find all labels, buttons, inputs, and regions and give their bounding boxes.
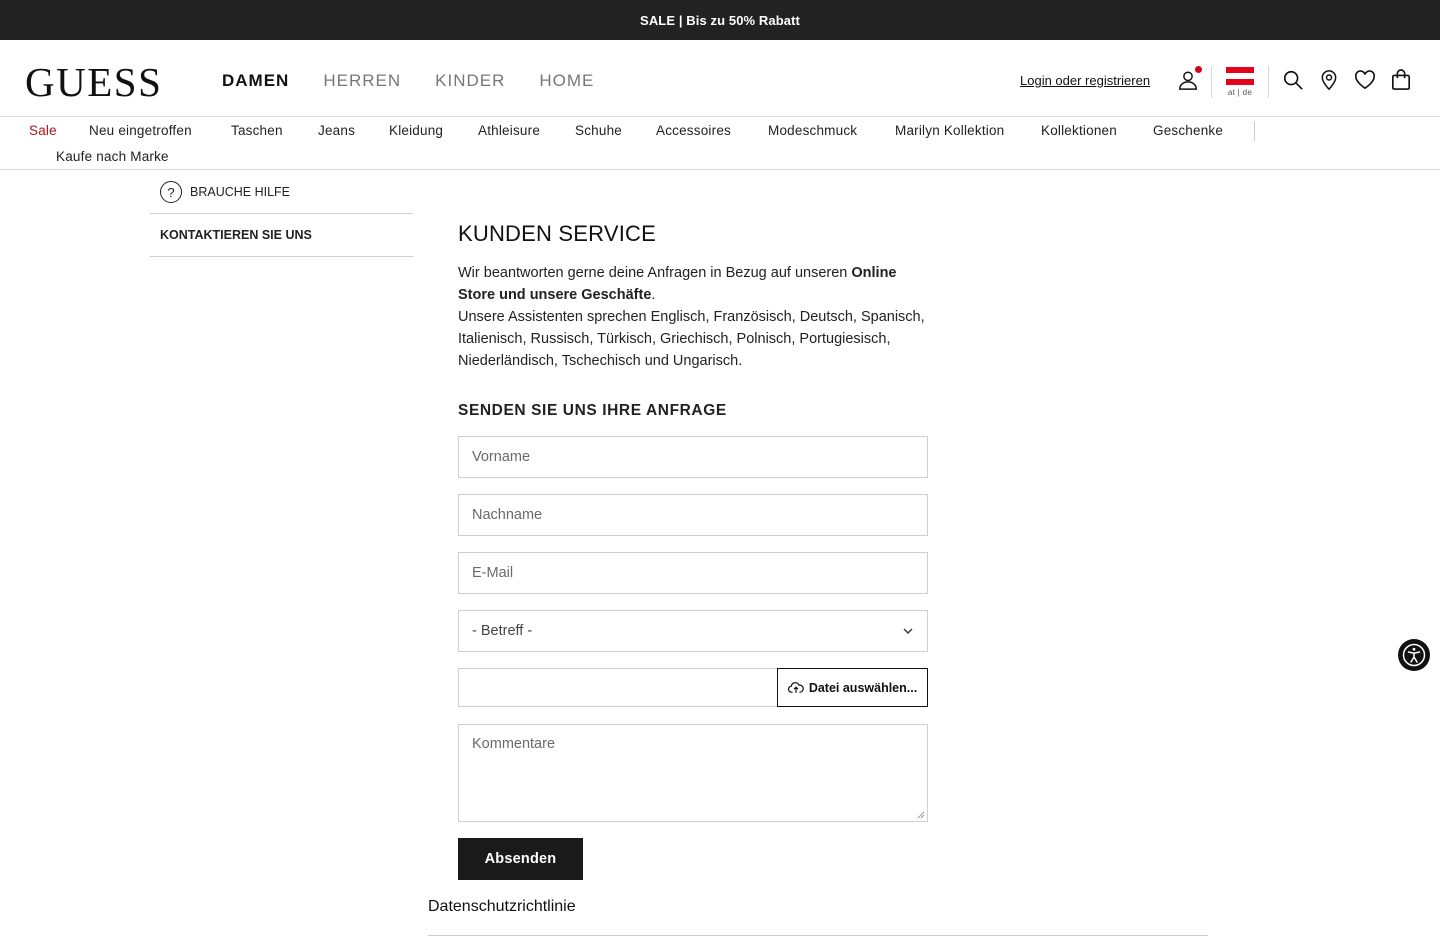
- page-title: KUNDEN SERVICE: [458, 221, 656, 246]
- gender-tab-kinder[interactable]: KINDER: [435, 71, 505, 91]
- first-name-placeholder: Vorname: [472, 449, 531, 465]
- category-kleidung[interactable]: Kleidung: [389, 123, 443, 138]
- intro-part2: .: [651, 287, 656, 303]
- category-athleisure[interactable]: Athleisure: [478, 123, 540, 138]
- sidebar-item-kontaktieren[interactable]: KONTAKTIEREN SIE UNS: [150, 214, 413, 257]
- first-name-field[interactable]: Vorname: [458, 436, 928, 478]
- contact-main: KUNDEN SERVICE Wir beantworten gerne dei…: [458, 220, 928, 880]
- form-title: SENDEN SIE UNS IHRE ANFRAGE: [458, 402, 727, 419]
- login-register-link[interactable]: Login oder registrieren: [1020, 73, 1150, 88]
- comments-placeholder: Kommentare: [472, 736, 556, 752]
- store-locator-button[interactable]: [1317, 68, 1341, 92]
- accessibility-button[interactable]: [1398, 639, 1430, 671]
- category-nav: Sale Neu eingetroffen Taschen Jeans Klei…: [0, 117, 1440, 170]
- privacy-policy-accordion[interactable]: Datenschutzrichtlinie: [428, 898, 1208, 936]
- cart-button[interactable]: [1389, 68, 1413, 92]
- intro-languages: Unsere Assistenten sprechen Englisch, Fr…: [458, 309, 925, 369]
- subject-selected-value: - Betreff -: [472, 623, 533, 639]
- category-neu-eingetroffen[interactable]: Neu eingetroffen: [89, 123, 192, 138]
- cloud-upload-icon: [787, 682, 804, 693]
- email-field[interactable]: E-Mail: [458, 552, 928, 594]
- last-name-placeholder: Nachname: [472, 507, 543, 523]
- gender-tab-damen[interactable]: DAMEN: [222, 71, 289, 91]
- user-account-button[interactable]: [1176, 66, 1202, 92]
- privacy-policy-label: Datenschutzrichtlinie: [428, 898, 576, 915]
- shopping-bag-icon: [1392, 69, 1410, 90]
- country-selector[interactable]: at | de: [1226, 67, 1254, 97]
- category-geschenke[interactable]: Geschenke: [1153, 123, 1223, 138]
- location-pin-icon: [1321, 70, 1337, 91]
- comments-textarea[interactable]: Kommentare: [458, 724, 928, 822]
- choose-file-button[interactable]: Datei auswählen...: [777, 668, 928, 707]
- category-marilyn-kollektion[interactable]: Marilyn Kollektion: [895, 123, 1004, 138]
- gender-tab-herren[interactable]: HERREN: [323, 71, 401, 91]
- promo-text[interactable]: SALE | Bis zu 50% Rabatt: [640, 13, 800, 28]
- help-sidebar: ? BRAUCHE HILFE KONTAKTIEREN SIE UNS: [150, 171, 413, 257]
- country-code: at | de: [1227, 88, 1253, 97]
- header-divider: [1268, 66, 1269, 98]
- site-header: GUESS DAMEN HERREN KINDER HOME Login ode…: [0, 40, 1440, 117]
- heart-icon: [1354, 70, 1376, 90]
- chevron-down-icon: [903, 628, 913, 634]
- category-kaufe-nach-marke[interactable]: Kaufe nach Marke: [56, 149, 169, 164]
- category-accessoires[interactable]: Accessoires: [656, 123, 731, 138]
- subject-select[interactable]: - Betreff -: [458, 610, 928, 652]
- question-circle-icon: ?: [160, 181, 182, 203]
- header-divider: [1211, 66, 1212, 98]
- category-divider: [1254, 121, 1255, 141]
- search-icon: [1283, 70, 1303, 90]
- intro-text: Wir beantworten gerne deine Anfragen in …: [458, 262, 928, 372]
- sidebar-item-brauche-hilfe[interactable]: ? BRAUCHE HILFE: [150, 171, 413, 214]
- category-schuhe[interactable]: Schuhe: [575, 123, 622, 138]
- choose-file-label: Datei auswählen...: [808, 680, 918, 695]
- category-taschen[interactable]: Taschen: [231, 123, 283, 138]
- guess-logo[interactable]: GUESS: [25, 62, 162, 103]
- sidebar-item-label: KONTAKTIEREN SIE UNS: [160, 228, 312, 242]
- wishlist-button[interactable]: [1353, 68, 1377, 92]
- category-kollektionen[interactable]: Kollektionen: [1041, 123, 1117, 138]
- accessibility-icon: [1402, 643, 1426, 667]
- notification-dot: [1195, 66, 1202, 73]
- flag-stripe-bottom: [1226, 79, 1254, 85]
- submit-button[interactable]: Absenden: [458, 838, 583, 880]
- category-jeans[interactable]: Jeans: [318, 123, 355, 138]
- search-button[interactable]: [1281, 68, 1305, 92]
- gender-tab-home[interactable]: HOME: [539, 71, 594, 91]
- sidebar-item-label: BRAUCHE HILFE: [190, 185, 291, 199]
- category-modeschmuck[interactable]: Modeschmuck: [768, 123, 857, 138]
- intro-part1: Wir beantworten gerne deine Anfragen in …: [458, 265, 852, 281]
- promo-bar[interactable]: SALE | Bis zu 50% Rabatt: [0, 0, 1440, 40]
- file-upload-field[interactable]: Datei auswählen...: [458, 668, 928, 707]
- last-name-field[interactable]: Nachname: [458, 494, 928, 536]
- resize-handle-icon[interactable]: [917, 811, 925, 819]
- category-sale[interactable]: Sale: [29, 123, 57, 138]
- email-placeholder: E-Mail: [472, 565, 514, 581]
- gender-nav: DAMEN HERREN KINDER HOME: [222, 71, 628, 91]
